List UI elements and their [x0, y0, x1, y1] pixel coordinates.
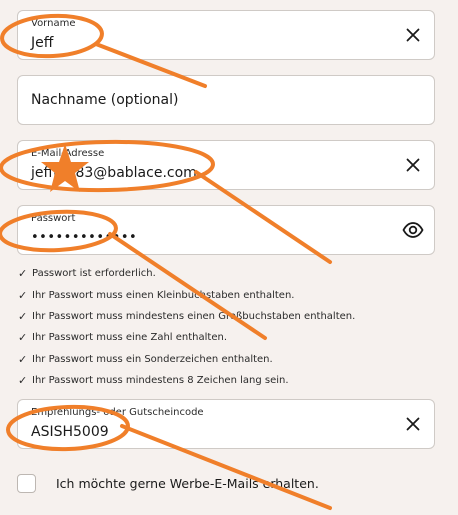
password-rule: ✓ Ihr Passwort muss ein Sonderzeichen ent…	[18, 352, 273, 366]
password-rule: ✓ Ihr Passwort muss mindestens einen Groß…	[18, 309, 356, 323]
eye-icon[interactable]	[402, 219, 424, 241]
close-icon[interactable]	[402, 24, 424, 46]
first-name-field[interactable]: Vorname Jeff	[17, 10, 435, 60]
password-value: •••••••••••••	[31, 230, 138, 245]
last-name-field[interactable]: Nachname (optional)	[17, 75, 435, 125]
email-value: jeffrey83@bablace.com	[31, 165, 197, 181]
newsletter-row: Ich möchte gerne Werbe-E-Mails erhalten.	[17, 474, 319, 493]
check-icon: ✓	[18, 267, 28, 281]
check-icon: ✓	[18, 374, 28, 388]
last-name-placeholder: Nachname (optional)	[31, 92, 179, 108]
check-icon: ✓	[18, 309, 28, 323]
first-name-value: Jeff	[31, 35, 54, 51]
email-label: E-Mail-Adresse	[31, 148, 105, 159]
referral-code-field[interactable]: Empfehlungs- oder Gutscheincode ASISH500…	[17, 399, 435, 449]
password-rule: ✓ Ihr Passwort muss mindestens 8 Zeichen …	[18, 374, 289, 388]
email-field[interactable]: E-Mail-Adresse jeffrey83@bablace.com	[17, 140, 435, 190]
password-rule: ✓ Ihr Passwort muss einen Kleinbuchstaben…	[18, 288, 295, 302]
check-icon: ✓	[18, 331, 28, 345]
password-rule: ✓ Ihr Passwort muss eine Zahl enthalten.	[18, 331, 228, 345]
check-icon: ✓	[18, 352, 28, 366]
newsletter-checkbox[interactable]	[17, 474, 36, 493]
close-icon[interactable]	[402, 154, 424, 176]
referral-code-label: Empfehlungs- oder Gutscheincode	[31, 407, 204, 418]
first-name-label: Vorname	[31, 18, 76, 29]
password-rule: ✓ Passwort ist erforderlich.	[18, 267, 156, 281]
check-icon: ✓	[18, 288, 28, 302]
close-icon[interactable]	[402, 413, 424, 435]
password-rules-list: ✓ Passwort ist erforderlich. ✓ Ihr Passwor…	[18, 263, 438, 391]
newsletter-label: Ich möchte gerne Werbe-E-Mails erhalten.	[56, 476, 319, 491]
password-label: Passwort	[31, 213, 76, 224]
password-field[interactable]: Passwort •••••••••••••	[17, 205, 435, 255]
referral-code-value: ASISH5009	[31, 424, 109, 440]
signup-form: Vorname Jeff Nachname (optional) E-Mail-…	[0, 0, 458, 515]
